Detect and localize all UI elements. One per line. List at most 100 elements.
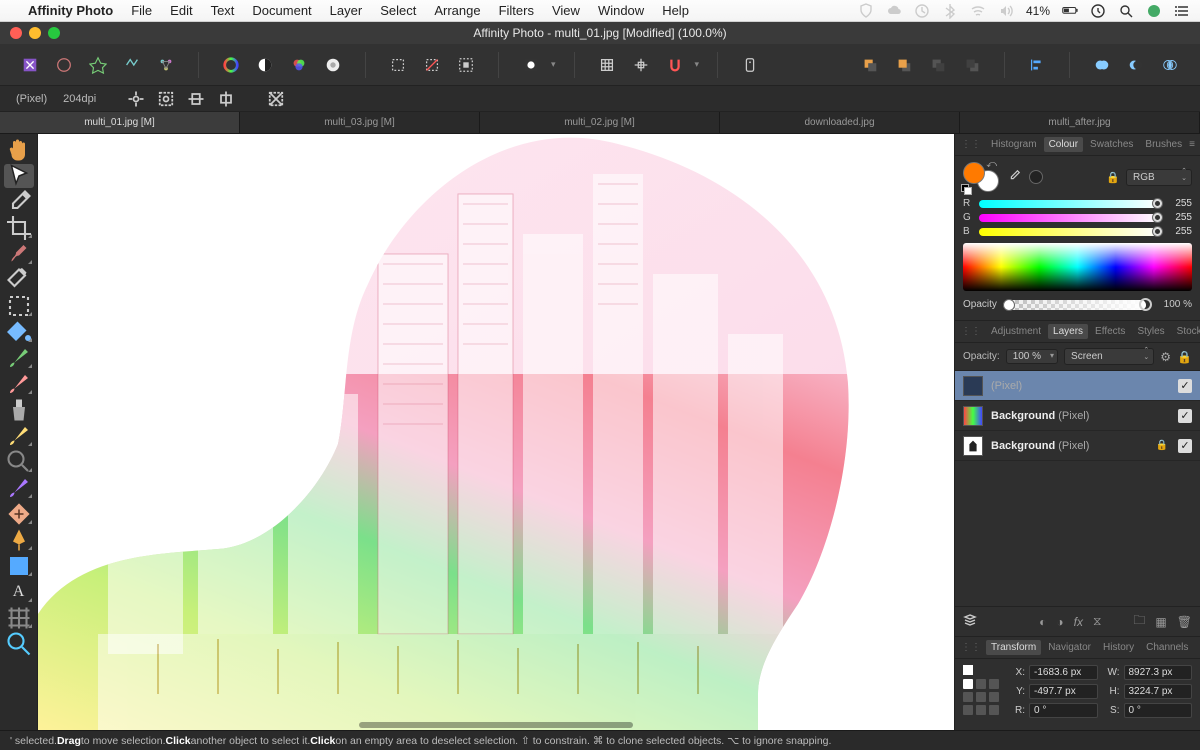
tab-navigator[interactable]: Navigator (1043, 640, 1096, 655)
move-center-icon[interactable] (126, 89, 146, 109)
tab-transform[interactable]: Transform (986, 640, 1041, 655)
panel-grip-icon[interactable]: ⋮⋮ (961, 642, 981, 653)
mask-icon[interactable]: ◐ (1039, 615, 1046, 629)
horizontal-scrollbar[interactable] (359, 722, 634, 728)
marquee-tool-icon[interactable] (4, 294, 34, 318)
select-all-icon[interactable] (384, 51, 412, 79)
assistant-icon[interactable] (736, 51, 764, 79)
boolean-add-icon[interactable] (1088, 51, 1116, 79)
menu-document[interactable]: Document (252, 3, 311, 18)
volume-icon[interactable] (998, 3, 1014, 19)
lock-icon[interactable]: 🔒 (1177, 350, 1192, 364)
layer-row[interactable]: Background (Pixel) 🔒 ✓ (955, 431, 1200, 461)
close-window-button[interactable] (10, 27, 22, 39)
align-icon[interactable] (1023, 51, 1051, 79)
menu-window[interactable]: Window (598, 3, 644, 18)
delete-layer-icon[interactable]: 🗑 (1177, 615, 1192, 629)
dodge-tool-icon[interactable] (4, 424, 34, 448)
slider-g[interactable]: G255 (963, 212, 1192, 223)
pen-tool-icon[interactable] (4, 528, 34, 552)
tab-swatches[interactable]: Swatches (1085, 137, 1138, 152)
hand-tool-icon[interactable] (4, 138, 34, 162)
tab-effects[interactable]: Effects (1090, 324, 1130, 339)
align-v-icon[interactable] (216, 89, 236, 109)
menu-select[interactable]: Select (380, 3, 416, 18)
tab-brushes[interactable]: Brushes (1140, 137, 1187, 152)
transform-y-input[interactable]: -497.7 px (1029, 684, 1098, 699)
reset-colours-icon[interactable] (961, 184, 971, 194)
panel-grip-icon[interactable]: ⋮⋮ (961, 326, 981, 337)
fill-tool-icon[interactable] (4, 320, 34, 344)
text-tool-icon[interactable]: A (4, 580, 34, 604)
clone-brush-tool-icon[interactable] (4, 398, 34, 422)
layer-thumbnail[interactable] (963, 406, 983, 426)
menu-filters[interactable]: Filters (499, 3, 534, 18)
healing-brush-tool-icon[interactable] (4, 502, 34, 526)
slider-r[interactable]: R255 (963, 198, 1192, 209)
transform-x-input[interactable]: -1683.6 px (1029, 665, 1098, 680)
canvas-area[interactable] (38, 134, 954, 730)
selection-brush-tool-icon[interactable] (4, 242, 34, 266)
tab-history[interactable]: History (1098, 640, 1139, 655)
paint-brush-tool-icon[interactable] (4, 346, 34, 370)
spotlight-icon[interactable] (1118, 3, 1134, 19)
erase-brush-tool-icon[interactable] (4, 372, 34, 396)
transform-s-input[interactable]: 0 ° (1124, 703, 1193, 718)
move-tool-icon[interactable] (4, 164, 34, 188)
menu-text[interactable]: Text (211, 3, 235, 18)
doc-tab-2[interactable]: multi_02.jpg [M] (480, 112, 720, 133)
invert-selection-icon[interactable] (452, 51, 480, 79)
swap-colours-icon[interactable]: ⤺ (986, 159, 997, 170)
clock-icon[interactable] (1090, 3, 1106, 19)
lut-icon[interactable] (285, 51, 313, 79)
layer-opacity-input[interactable]: 100 % (1006, 349, 1058, 364)
quick-mask-icon[interactable] (517, 51, 545, 79)
doc-tab-0[interactable]: multi_01.jpg [M] (0, 112, 240, 133)
boolean-subtract-icon[interactable] (1122, 51, 1150, 79)
lock-icon[interactable]: 🔒 (1106, 171, 1120, 184)
adjustment-icon[interactable]: ◑ (1056, 615, 1063, 629)
menu-layer[interactable]: Layer (330, 3, 363, 18)
list-icon[interactable] (1174, 3, 1190, 19)
add-layer-icon[interactable]: ▦ (1155, 615, 1166, 629)
siri-icon[interactable] (1146, 3, 1162, 19)
menu-edit[interactable]: Edit (170, 3, 192, 18)
eyedropper-icon[interactable] (1007, 169, 1021, 186)
persona-develop-icon[interactable] (84, 51, 112, 79)
crop-to-selection-icon[interactable] (156, 89, 176, 109)
doc-tab-3[interactable]: downloaded.jpg (720, 112, 960, 133)
mesh-warp-tool-icon[interactable] (4, 606, 34, 630)
arrange-backward-icon[interactable] (924, 51, 952, 79)
layer-thumbnail[interactable] (963, 436, 983, 456)
tab-adjustment[interactable]: Adjustment (986, 324, 1046, 339)
deselect-icon[interactable] (418, 51, 446, 79)
bluetooth-icon[interactable] (942, 3, 958, 19)
align-h-icon[interactable] (186, 89, 206, 109)
menu-view[interactable]: View (552, 3, 580, 18)
persona-liquify-icon[interactable] (50, 51, 78, 79)
crop-tool-icon[interactable] (4, 216, 34, 240)
colour-mode-select[interactable]: RGB (1126, 169, 1192, 186)
shield-icon[interactable] (858, 3, 874, 19)
layer-blend-icon[interactable] (963, 613, 977, 630)
colour-wells[interactable]: ⤺ (963, 162, 999, 192)
persona-tone-icon[interactable] (118, 51, 146, 79)
panel-grip-icon[interactable]: ⋮⋮ (961, 139, 981, 150)
snapping-dropdown[interactable]: ▾ (695, 59, 700, 70)
tab-colour[interactable]: Colour (1044, 137, 1083, 152)
smudge-brush-tool-icon[interactable] (4, 476, 34, 500)
slider-b[interactable]: B255 (963, 226, 1192, 237)
arrange-back-icon[interactable] (958, 51, 986, 79)
arrange-forward-icon[interactable] (890, 51, 918, 79)
blend-mode-select[interactable]: Screen (1064, 348, 1154, 365)
timemachine-icon[interactable] (914, 3, 930, 19)
crop-layer-icon[interactable]: ⧖ (1093, 614, 1101, 629)
guides-icon[interactable] (627, 51, 655, 79)
persona-photo-icon[interactable] (16, 51, 44, 79)
hue-strip[interactable] (963, 243, 1192, 291)
arrange-front-icon[interactable] (856, 51, 884, 79)
layer-row[interactable]: Background (Pixel) ✓ (955, 401, 1200, 431)
group-icon[interactable]: 🗀 (1133, 611, 1145, 632)
tab-channels[interactable]: Channels (1141, 640, 1193, 655)
menu-arrange[interactable]: Arrange (434, 3, 480, 18)
